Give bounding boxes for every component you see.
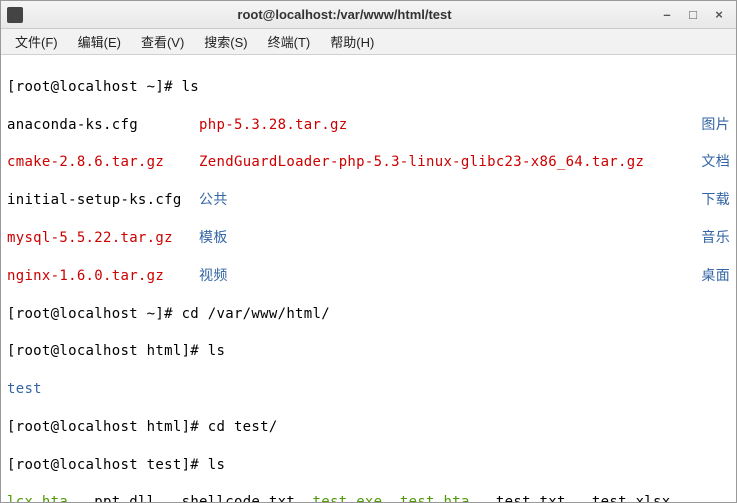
ls-entry: shellcode.txt [182,494,313,502]
terminal-line: test [7,380,730,399]
ls-entry: test.txt [496,494,592,502]
command: ls [208,457,225,473]
ls-entry: nginx-1.6.0.tar.gz [7,268,199,284]
prompt: [root@localhost html]# [7,343,208,359]
menu-view[interactable]: 查看(V) [133,29,192,54]
menu-terminal[interactable]: 终端(T) [260,29,319,54]
terminal-line: [root@localhost test]# ls [7,456,730,475]
terminal-line: 桌面 nginx-1.6.0.tar.gz 视频 [7,267,730,286]
command: ls [182,79,199,95]
terminal-line: [root@localhost html]# ls [7,342,730,361]
window-title: root@localhost:/var/www/html/test [29,7,660,22]
ls-entry: 视频 [199,268,228,284]
terminal-line: 图片 anaconda-ks.cfg php-5.3.28.tar.gz [7,116,730,135]
ls-entry: anaconda-ks.cfg [7,117,199,133]
window-controls: – □ × [660,8,730,22]
ls-entry: test [7,381,42,397]
prompt: [root@localhost ~]# [7,79,182,95]
command: cd test/ [208,419,278,435]
ls-entry: 图片 [701,116,730,135]
minimize-button[interactable]: – [660,8,674,22]
terminal-area[interactable]: [root@localhost ~]# ls 图片 anaconda-ks.cfg… [1,55,736,502]
terminal-line: 音乐 mysql-5.5.22.tar.gz 模板 [7,229,730,248]
command: cd /var/www/html/ [182,306,330,322]
terminal-line: 下载 initial-setup-ks.cfg 公共 [7,191,730,210]
ls-entry: test.hta [400,494,496,502]
titlebar: root@localhost:/var/www/html/test – □ × [1,1,736,29]
ls-entry: php-5.3.28.tar.gz [199,117,347,133]
maximize-button[interactable]: □ [686,8,700,22]
terminal-app-icon [7,7,23,23]
menubar: 文件(F) 编辑(E) 查看(V) 搜索(S) 终端(T) 帮助(H) [1,29,736,55]
ls-entry: cmake-2.8.6.tar.gz [7,154,199,170]
ls-entry: test.xlsx [592,494,671,502]
prompt: [root@localhost ~]# [7,306,182,322]
ls-entry: mysql-5.5.22.tar.gz [7,230,199,246]
menu-file[interactable]: 文件(F) [7,29,66,54]
command: ls [208,343,225,359]
ls-entry: 桌面 [701,267,730,286]
ls-entry: lcx.hta [7,494,94,502]
ls-entry: test.exe [313,494,400,502]
ls-entry: 下载 [701,191,730,210]
ls-entry: initial-setup-ks.cfg [7,192,199,208]
ls-entry: 音乐 [701,229,730,248]
ls-entry: 文档 [701,153,730,172]
terminal-line: [root@localhost ~]# ls [7,78,730,97]
ls-entry: ppt.dll [94,494,181,502]
terminal-line: 文档 cmake-2.8.6.tar.gz ZendGuardLoader-php… [7,153,730,172]
ls-entry: 模板 [199,230,228,246]
ls-entry: ZendGuardLoader-php-5.3-linux-glibc23-x8… [199,154,644,170]
terminal-line: [root@localhost ~]# cd /var/www/html/ [7,305,730,324]
terminal-line: lcx.hta ppt.dll shellcode.txt test.exe t… [7,493,730,502]
close-button[interactable]: × [712,8,726,22]
prompt: [root@localhost html]# [7,419,208,435]
menu-search[interactable]: 搜索(S) [196,29,255,54]
terminal-line: [root@localhost html]# cd test/ [7,418,730,437]
menu-help[interactable]: 帮助(H) [322,29,382,54]
menu-edit[interactable]: 编辑(E) [70,29,129,54]
prompt: [root@localhost test]# [7,457,208,473]
ls-entry: 公共 [199,192,228,208]
